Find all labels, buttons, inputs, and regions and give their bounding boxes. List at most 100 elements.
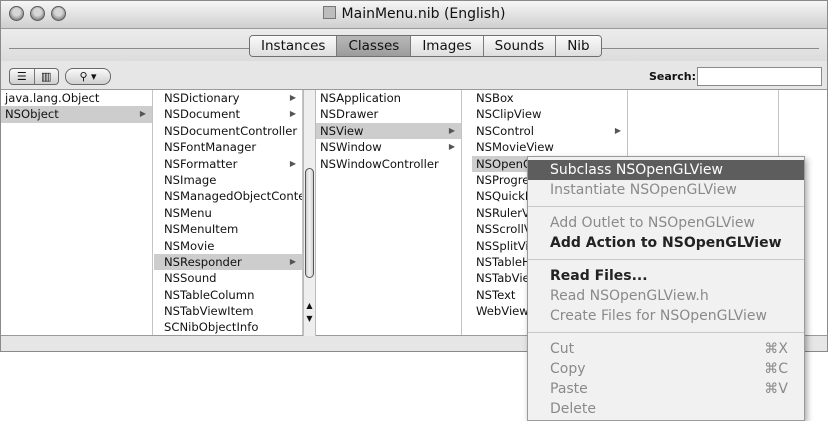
class-list-item[interactable]: NSFormatter ▶ [154,156,302,172]
menu-item-label: Delete [550,401,596,417]
class-name-label: NSWindow [320,140,382,155]
tab-instances[interactable]: Instances [250,36,338,56]
menu-shortcut: ⌘C [764,361,788,377]
class-list-item[interactable]: NSImage [154,172,302,188]
class-list-item[interactable]: NSObject ▶ [1,106,152,123]
view-mode-control[interactable]: ☰ ▥ [9,68,59,85]
menu-item: Read NSOpenGLView.h [528,286,804,306]
class-list-item[interactable]: NSControl ▶ [472,123,627,139]
class-name-label: NSResponder [164,254,242,269]
class-list-item[interactable]: NSDocument ▶ [154,106,302,122]
class-name-label: NSFontManager [164,140,257,155]
class-name-label: NSSound [164,271,217,286]
browser-column-3[interactable]: NSApplication NSDrawer NSView ▶ NSWindow ▶ NSW… [316,90,462,335]
menu-item: Create Files for NSOpenGLView [528,306,804,326]
menu-item-label: Instantiate NSOpenGLView [550,182,737,198]
class-name-label: NSRulerVi [476,205,533,220]
toolbar: ☰ ▥ ⚲ ▾ Search: [1,61,827,89]
title-bar[interactable]: MainMenu.nib (English) [1,1,827,29]
class-list-item[interactable]: java.lang.Object [1,90,152,106]
class-list-item[interactable]: SCNibObjectInfo [154,319,302,335]
tab-bar: Instances Classes Images Sounds Nib [249,35,602,57]
search-menu-button[interactable]: ⚲ ▾ [65,68,111,85]
class-name-label: NSObject [5,107,59,122]
class-name-label: NSBox [476,91,514,105]
class-list-item[interactable]: NSSound [154,270,302,286]
class-list-item[interactable]: NSDocumentController [154,123,302,139]
class-name-label: NSMovie [164,238,215,253]
disclosure-arrow-icon: ▶ [614,125,621,135]
tab-sounds[interactable]: Sounds [483,36,557,56]
column-2-scrollbar[interactable]: ▲ ▼ [303,90,316,337]
tab-nib[interactable]: Nib [556,36,601,56]
menu-item-label: Copy [550,361,586,377]
class-list-item[interactable]: NSClipView [472,106,627,122]
menu-item-label: Subclass NSOpenGLView [550,162,723,178]
class-name-label: NSDictionary [164,91,240,105]
class-name-label: NSDrawer [320,107,379,122]
class-name-label: NSScrollV [476,222,532,237]
class-name-label: NSTableColumn [164,287,255,302]
column-view-icon[interactable]: ▥ [35,69,59,84]
class-list-item[interactable]: NSResponder ▶ [154,253,302,271]
class-list-item[interactable]: NSDictionary ▶ [154,90,302,106]
menu-separator [528,259,804,260]
disclosure-arrow-icon: ▶ [448,142,455,152]
scroll-down-arrow-icon[interactable]: ▼ [304,313,315,325]
disclosure-arrow-icon: ▶ [289,256,296,266]
menu-item: Cut ⌘X [528,339,804,359]
class-name-label: java.lang.Object [5,91,100,105]
tab-classes[interactable]: Classes [337,36,412,56]
class-name-label: NSSplitVi [476,238,529,253]
tab-images[interactable]: Images [411,36,484,56]
class-name-label: NSControl [476,123,534,138]
browser-column-1[interactable]: java.lang.Object NSObject ▶ [1,90,153,335]
class-list-item[interactable]: NSMovie [154,238,302,254]
scroll-up-arrow-icon[interactable]: ▲ [304,300,315,312]
class-name-label: NSClipView [476,107,542,122]
tab-strip: Instances Classes Images Sounds Nib [1,29,827,61]
class-list-item[interactable]: NSMovieView [472,139,627,155]
menu-item-label: Add Action to NSOpenGLView [550,235,782,251]
class-list-item[interactable]: NSMenuItem [154,221,302,237]
class-name-label: NSMenuItem [164,222,239,237]
search-label: Search: [649,70,696,83]
menu-item-label: Add Outlet to NSOpenGLView [550,215,755,231]
class-name-label: NSTableH [476,254,531,269]
menu-separator [528,332,804,333]
class-list-item[interactable]: NSWindow ▶ [316,139,461,155]
menu-item[interactable]: Add Action to NSOpenGLView [528,233,804,253]
class-list-item[interactable]: NSView ▶ [316,122,461,140]
list-view-icon[interactable]: ☰ [10,69,35,84]
class-name-label: NSMovieView [476,140,554,155]
chevron-down-icon: ▾ [91,70,97,83]
class-list-item[interactable]: NSTableColumn [154,287,302,303]
browser-column-2[interactable]: NSDictionary ▶ NSDocument ▶ NSDocumentContro… [154,90,303,335]
class-name-label: NSMenu [164,205,212,220]
menu-item-label: Create Files for NSOpenGLView [550,308,767,324]
class-list-item[interactable]: NSMenu [154,205,302,221]
class-list-item[interactable]: NSApplication [316,90,461,106]
class-list-item[interactable]: NSDrawer [316,106,461,122]
menu-item: Copy ⌘C [528,359,804,379]
menu-separator [528,206,804,207]
class-name-label: NSView [320,123,364,138]
class-list-item[interactable]: NSTabViewItem [154,303,302,319]
menu-shortcut: ⌘V [764,381,788,397]
class-name-label: SCNibObjectInfo [164,320,259,335]
menu-item[interactable]: Read Files... [528,266,804,286]
menu-shortcut: ⌘X [764,341,788,357]
menu-item-label: Cut [550,341,575,357]
scrollbar-thumb[interactable] [305,168,314,278]
search-input[interactable] [697,67,822,86]
menu-item-label: Read NSOpenGLView.h [550,288,709,304]
class-list-item[interactable]: NSManagedObjectConte [154,188,302,204]
class-list-item[interactable]: NSBox [472,90,627,106]
class-name-label: NSText [476,287,516,302]
magnifier-icon: ⚲ [79,70,88,83]
class-list-item[interactable]: NSFontManager [154,139,302,155]
menu-item-label: Read Files... [550,268,648,284]
class-list-item[interactable]: NSWindowController [316,156,461,172]
menu-item[interactable]: Subclass NSOpenGLView [528,160,804,180]
class-name-label: NSWindowController [320,156,439,171]
